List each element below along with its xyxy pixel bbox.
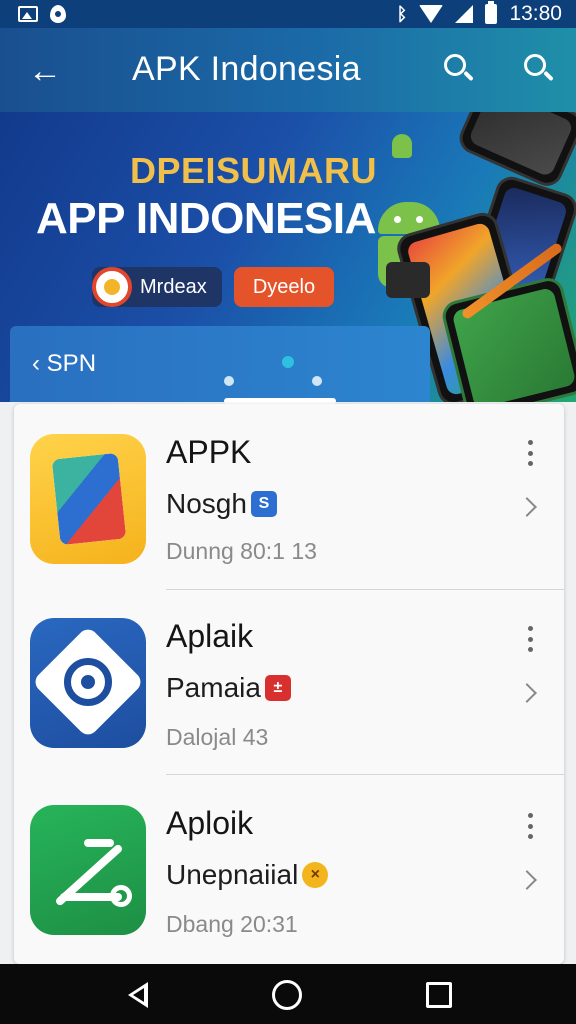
- app-meta: Dbang 20:31: [166, 911, 298, 937]
- signal-icon: [455, 5, 474, 23]
- more-options-button[interactable]: [522, 813, 538, 839]
- bluetooth-icon: ᛒ: [396, 3, 408, 24]
- search-icon-handle: [543, 70, 554, 82]
- nav-home-icon[interactable]: [272, 980, 302, 1010]
- chevron-right-icon[interactable]: [517, 497, 537, 517]
- carousel-dot[interactable]: [224, 376, 234, 386]
- banner-chip-secondary[interactable]: Dyeelo: [234, 267, 334, 307]
- carousel-dot[interactable]: [312, 376, 322, 386]
- app-list: APPK Nosgh S Dunng 80:1 13 Aplaik Pamaia…: [14, 404, 564, 964]
- strip-label[interactable]: ‹ SPN: [32, 350, 96, 378]
- app-description: Unepnaiial ×: [166, 859, 329, 891]
- chip-primary-label: Mrdeax: [140, 275, 207, 298]
- status-right: ᛒ 13:80: [396, 1, 562, 26]
- chevron-right-icon[interactable]: [517, 870, 537, 890]
- search-button-2[interactable]: [520, 50, 560, 90]
- app-title: APK Indonesia: [132, 50, 361, 88]
- status-bar: ᛒ 13:80: [0, 0, 576, 28]
- banner-headline: APP INDONESIA: [36, 194, 376, 243]
- app-description-text: Nosgh: [166, 488, 247, 519]
- carousel-dot-active[interactable]: [282, 356, 294, 368]
- image-icon: [18, 6, 38, 22]
- banner-strip: ‹ SPN: [10, 326, 430, 402]
- app-bar: ← APK Indonesia: [0, 28, 576, 112]
- list-item[interactable]: APPK Nosgh S Dunng 80:1 13: [14, 404, 564, 590]
- more-options-button[interactable]: [522, 440, 538, 466]
- more-options-button[interactable]: [522, 626, 538, 652]
- app-meta: Dalojal 43: [166, 724, 269, 750]
- app-description-text: Pamaia: [166, 672, 261, 703]
- back-arrow-icon: ←: [28, 51, 62, 90]
- app-badge: ×: [302, 862, 329, 888]
- small-robot-icon: [392, 134, 412, 158]
- app-description: Nosgh S: [166, 488, 277, 520]
- back-button[interactable]: ←: [24, 50, 66, 92]
- nav-back-icon[interactable]: [124, 980, 154, 1010]
- promo-banner[interactable]: DPEISUMARU APP INDONESIA Mrdeax Dyeelo ‹…: [0, 112, 576, 402]
- status-time: 13:80: [509, 2, 562, 25]
- app-description: Pamaia ±: [166, 672, 291, 704]
- app-badge: ±: [264, 675, 291, 701]
- app-name: Aplaik: [166, 618, 254, 654]
- navigation-bar: [0, 964, 576, 1024]
- search-button[interactable]: [440, 50, 480, 90]
- tools-app-icon: [30, 805, 146, 935]
- gallery-app-icon: [30, 434, 146, 564]
- battery-icon: [485, 1, 498, 24]
- app-meta: Dunng 80:1 13: [166, 538, 317, 564]
- target-app-icon: [30, 618, 146, 748]
- banner-kicker: DPEISUMARU: [130, 150, 378, 191]
- wifi-icon: [419, 5, 444, 23]
- nav-recent-icon[interactable]: [426, 982, 452, 1008]
- app-name: Aploik: [166, 805, 254, 841]
- status-left: [18, 5, 66, 23]
- app-badge: S: [250, 491, 277, 517]
- chevron-right-icon[interactable]: [517, 683, 537, 703]
- app-name: APPK: [166, 434, 252, 470]
- list-item[interactable]: Aploik Unepnaiial × Dbang 20:31: [14, 775, 564, 959]
- banner-chip-primary[interactable]: Mrdeax: [92, 267, 222, 307]
- chip-logo-icon: [92, 267, 132, 307]
- flame-icon: [50, 5, 66, 23]
- search-icon-handle: [463, 70, 474, 82]
- strip-label-text: SPN: [46, 350, 97, 377]
- app-description-text: Unepnaiial: [166, 859, 299, 890]
- calculator-icon: [386, 262, 430, 298]
- list-item[interactable]: Aplaik Pamaia ± Dalojal 43: [14, 590, 564, 775]
